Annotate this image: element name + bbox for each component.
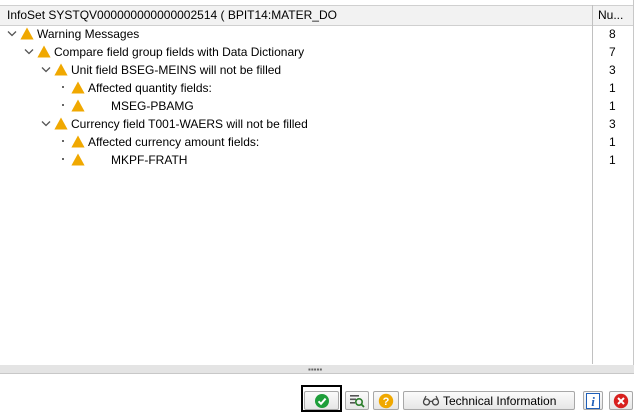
bullet-icon (62, 86, 64, 88)
warning-triangle-icon (37, 45, 51, 58)
tree-row-label: Unit field BSEG-MEINS will not be filled (71, 63, 282, 77)
bullet-icon (62, 104, 64, 106)
warning-triangle-icon (71, 81, 85, 94)
svg-text:i: i (591, 394, 595, 409)
tree-row-label: MKPF-FRATH (111, 153, 188, 167)
warning-triangle-icon (71, 135, 85, 148)
tree-row[interactable]: Warning Messages 8 (0, 25, 633, 43)
tree-row-count: 3 (609, 63, 616, 77)
technical-information-label: Technical Information (443, 394, 557, 408)
help-button[interactable]: ? (373, 391, 399, 410)
tree-row[interactable]: Currency field T001-WAERS will not be fi… (0, 115, 633, 133)
tree-row[interactable]: Affected currency amount fields: 1 (0, 133, 633, 151)
warning-triangle-icon (71, 99, 85, 112)
tree-row-label: Affected quantity fields: (88, 81, 212, 95)
bullet-icon (62, 158, 64, 160)
magnifier-list-icon (350, 395, 365, 408)
splitter-handle[interactable]: ▪▪▪▪▪ (0, 365, 634, 374)
warning-triangle-icon (54, 63, 68, 76)
chevron-down-icon[interactable] (41, 119, 51, 129)
tree-row-count: 1 (609, 99, 616, 113)
confirm-button[interactable] (304, 391, 339, 410)
tree-row[interactable]: Compare field group fields with Data Dic… (0, 43, 633, 61)
tree-row-count: 7 (609, 45, 616, 59)
info-button[interactable]: i (583, 391, 603, 410)
tree-row-label: Warning Messages (37, 27, 140, 41)
question-icon: ? (378, 393, 394, 409)
technical-information-button[interactable]: Technical Information (403, 391, 575, 410)
tree-row-count: 1 (609, 81, 616, 95)
warning-triangle-icon (71, 153, 85, 166)
tree-row[interactable]: MSEG-PBAMG 1 (0, 97, 633, 115)
tree-row[interactable]: MKPF-FRATH 1 (0, 151, 633, 169)
warning-triangle-icon (20, 27, 34, 40)
tree-row-count: 1 (609, 153, 616, 167)
grip-dots-icon: ▪▪▪▪▪ (308, 365, 323, 374)
cancel-button[interactable] (609, 391, 633, 410)
chevron-down-icon[interactable] (41, 65, 51, 75)
tree-row-count: 8 (609, 27, 616, 41)
cancel-x-icon (613, 393, 629, 409)
tree-row-label: Currency field T001-WAERS will not be fi… (71, 117, 308, 131)
chevron-down-icon[interactable] (7, 29, 17, 39)
tree-row[interactable]: Affected quantity fields: 1 (0, 79, 633, 97)
bullet-icon (62, 140, 64, 142)
tree-row[interactable]: Unit field BSEG-MEINS will not be filled… (0, 61, 633, 79)
number-column-header[interactable]: Nu... (598, 8, 623, 22)
warning-triangle-icon (54, 117, 68, 130)
checkmark-icon (315, 394, 329, 408)
tree-row-label: Affected currency amount fields: (88, 135, 260, 149)
glasses-icon (422, 395, 440, 406)
info-icon: i (586, 393, 600, 409)
tree-row-count: 3 (609, 117, 616, 131)
svg-text:?: ? (383, 396, 390, 408)
tree-row-label: MSEG-PBAMG (111, 99, 194, 113)
chevron-down-icon[interactable] (24, 47, 34, 57)
infoset-title: InfoSet SYSTQV000000000000002514 ( BPIT1… (7, 8, 337, 22)
details-button[interactable] (345, 391, 369, 410)
tree-header: InfoSet SYSTQV000000000000002514 ( BPIT1… (0, 5, 633, 26)
tree-row-count: 1 (609, 135, 616, 149)
message-tree-panel: InfoSet SYSTQV000000000000002514 ( BPIT1… (0, 0, 634, 366)
tree-row-label: Compare field group fields with Data Dic… (54, 45, 305, 59)
